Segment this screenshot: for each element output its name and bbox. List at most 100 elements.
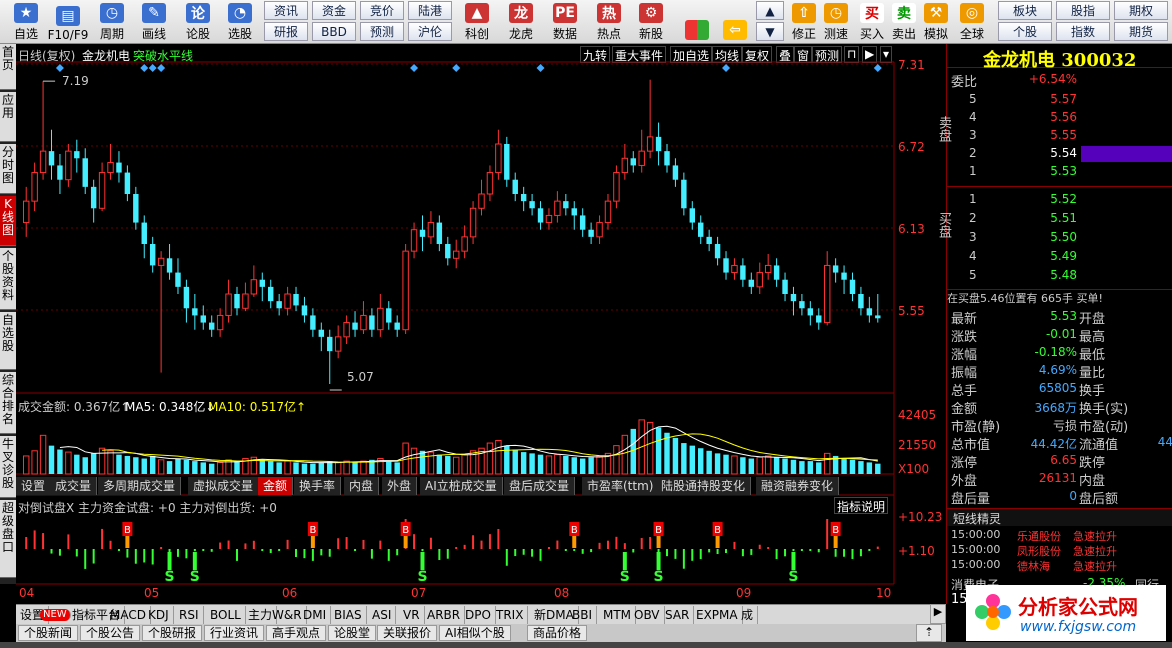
volume-subtab[interactable]: 盘后成交量 <box>504 477 576 495</box>
volume-subtab[interactable]: 内盘 <box>344 477 380 495</box>
candle <box>638 129 645 173</box>
left-tab[interactable]: 综合排名 <box>0 372 16 434</box>
left-tab[interactable]: 个股资料 <box>0 248 16 310</box>
volume-subtab[interactable]: 换手率 <box>294 477 342 495</box>
toolbar-small-button[interactable]: 个股 <box>998 22 1052 41</box>
volume-subtab[interactable]: 陆股通持股变化 <box>656 477 752 495</box>
indicator-tab[interactable]: DMI <box>299 606 332 624</box>
down-button[interactable]: ▼ <box>756 22 784 41</box>
event-diamond-icon[interactable] <box>140 64 149 72</box>
indicator-tab[interactable]: TRIX <box>492 606 529 624</box>
kline-chart-area[interactable]: 日线(复权) 金龙机电 突破水平线 九转 重大事件 加自选 均线 复权叠窗预测 ⊓ ▶ ▾ B… <box>16 44 946 604</box>
volume-subtab[interactable]: 市盈率(ttm) <box>582 477 660 495</box>
toolbar-small-button[interactable]: 竞价 <box>360 1 404 20</box>
color-grid-button[interactable] <box>680 2 714 42</box>
volume-subtab[interactable]: 融资融券变化 <box>756 477 840 495</box>
toolbar-small-button[interactable]: 研报 <box>264 22 308 41</box>
collapse-up-icon[interactable]: ⇡ <box>916 624 942 642</box>
event-diamond-icon[interactable] <box>722 64 731 72</box>
event-diamond-icon[interactable] <box>536 64 545 72</box>
toolbar-dragon-button[interactable]: 龙龙虎 <box>500 2 542 42</box>
toolbar-small-button[interactable]: 资讯 <box>264 1 308 20</box>
volume-subtab[interactable]: 虚拟成交量 <box>188 477 260 495</box>
toolbar-sell-button[interactable]: 卖卖出 <box>888 2 920 42</box>
news-tab[interactable]: AI相似个股 <box>439 625 511 641</box>
scroll-right-icon[interactable]: ▶ <box>930 604 946 624</box>
toolbar-buy-button[interactable]: 买买入 <box>856 2 888 42</box>
back-button[interactable]: ⇦ <box>720 2 750 42</box>
toolbar-gear-button[interactable]: ⚙ 新股 <box>630 2 672 42</box>
volume-subtab[interactable]: 成交量 <box>50 477 98 495</box>
toolbar-hot-button[interactable]: 热热点 <box>588 2 630 42</box>
indicator-tab[interactable]: KDJ <box>144 606 174 624</box>
event-diamond-icon[interactable] <box>452 64 461 72</box>
news-tab[interactable]: 个股研报 <box>142 625 203 641</box>
toolbar-small-button[interactable]: 预测 <box>360 22 404 41</box>
news-row[interactable]: 15:00:00 凤形股份 急速拉升 <box>947 543 1172 558</box>
indicator-tab[interactable]: ASI <box>368 606 397 624</box>
event-diamond-icon[interactable] <box>410 64 419 72</box>
up-arrow-icon: ⇧ <box>792 3 816 23</box>
news-tab[interactable]: 商品价格 <box>527 625 588 641</box>
toolbar-pen-button[interactable]: ✎ 画线 <box>134 2 174 42</box>
toolbar-pe-button[interactable]: PE 数据 <box>544 2 586 42</box>
news-tab[interactable]: 个股新闻 <box>18 625 79 641</box>
indicator-tab[interactable]: BBI <box>568 606 598 624</box>
news-tab[interactable]: 个股公告 <box>80 625 141 641</box>
toolbar-clock-button[interactable]: ◷ 周期 <box>92 2 132 42</box>
news-tab[interactable]: 关联报价 <box>377 625 438 641</box>
indicator-help-button[interactable]: 指标说明 <box>834 497 889 514</box>
volume-subtab[interactable]: 多周期成交量 <box>98 477 182 495</box>
indicator-tab[interactable]: RSI <box>175 606 204 624</box>
toolbar-small-button[interactable]: 沪伦 <box>408 22 452 41</box>
indicator-tab[interactable]: 成 <box>737 606 759 624</box>
news-tab[interactable]: 高手观点 <box>266 625 327 641</box>
event-diamond-icon[interactable] <box>157 64 166 72</box>
toolbar-small-button[interactable]: 资金 <box>312 1 356 20</box>
event-diamond-icon[interactable] <box>55 64 64 72</box>
toolbar-small-button[interactable]: BBD <box>312 22 356 41</box>
event-diamond-icon[interactable] <box>873 64 882 72</box>
indicator-tab[interactable]: OBV <box>630 606 665 624</box>
up-button[interactable]: ▲ <box>756 1 784 20</box>
toolbar-chart-button[interactable]: ▲ 科创 <box>456 2 498 42</box>
toolbar-hammer-button[interactable]: ⚒ 模拟 <box>920 2 952 42</box>
toolbar-clock-button[interactable]: ◷ 测速 <box>820 2 852 42</box>
indicator-tab[interactable]: BOLL <box>206 606 246 624</box>
toolbar-chart-select-button[interactable]: ◔ 选股 <box>220 2 260 42</box>
left-tab[interactable]: 牛叉诊股 <box>0 436 16 498</box>
toolbar-small-button[interactable]: 陆港 <box>408 1 452 20</box>
volume-subtab[interactable]: 金额 <box>258 477 294 495</box>
toolbar-star-button[interactable]: ★ 自选 <box>6 2 46 42</box>
toolbar-talk-button[interactable]: 论论股 <box>178 2 218 42</box>
volume-subtab[interactable]: AI立桩成交量 <box>420 477 503 495</box>
news-row[interactable]: 15:00:00 德林海 急速拉升 <box>947 558 1172 573</box>
news-row[interactable]: 15:00:00 乐通股份 急速拉升 <box>947 528 1172 543</box>
volume-subtab[interactable]: 设置 <box>16 477 52 495</box>
volume-subtab[interactable]: 外盘 <box>382 477 418 495</box>
toolbar-up-arrow-button[interactable]: ⇧ 修正 <box>788 2 820 42</box>
svg-text:S: S <box>654 569 664 585</box>
left-tab[interactable]: K线图 <box>0 196 16 246</box>
event-diamond-icon[interactable] <box>148 64 157 72</box>
toolbar-small-button[interactable]: 板块 <box>998 1 1052 20</box>
toolbar-small-button[interactable]: 指数 <box>1056 22 1110 41</box>
indicator-tab[interactable]: DPO <box>461 606 496 624</box>
toolbar-small-button[interactable]: 股指 <box>1056 1 1110 20</box>
toolbar-globe-button[interactable]: ◎ 全球 <box>956 2 988 42</box>
toolbar-small-button[interactable]: 期货 <box>1114 22 1168 41</box>
toolbar-document-button[interactable]: ▤ F10/F9 <box>48 2 88 42</box>
left-tab[interactable]: 应用 <box>0 92 16 142</box>
toolbar-small-button[interactable]: 期权 <box>1114 1 1168 20</box>
indicator-tab[interactable]: SAR <box>661 606 695 624</box>
left-tab[interactable]: 超级盘口 <box>0 500 16 578</box>
indicator-tab[interactable]: VR <box>399 606 425 624</box>
indicator-tab[interactable]: BIAS <box>330 606 367 624</box>
left-tab[interactable]: 分时图 <box>0 144 16 194</box>
indicator-tab[interactable]: EXPMA <box>692 606 743 624</box>
left-tab[interactable]: 自选股 <box>0 312 16 370</box>
indicator-tab[interactable]: ARBR <box>423 606 466 624</box>
news-tab[interactable]: 行业资讯 <box>204 625 265 641</box>
left-tab[interactable]: 首页 <box>0 44 16 90</box>
news-tab[interactable]: 论股堂 <box>328 625 377 641</box>
